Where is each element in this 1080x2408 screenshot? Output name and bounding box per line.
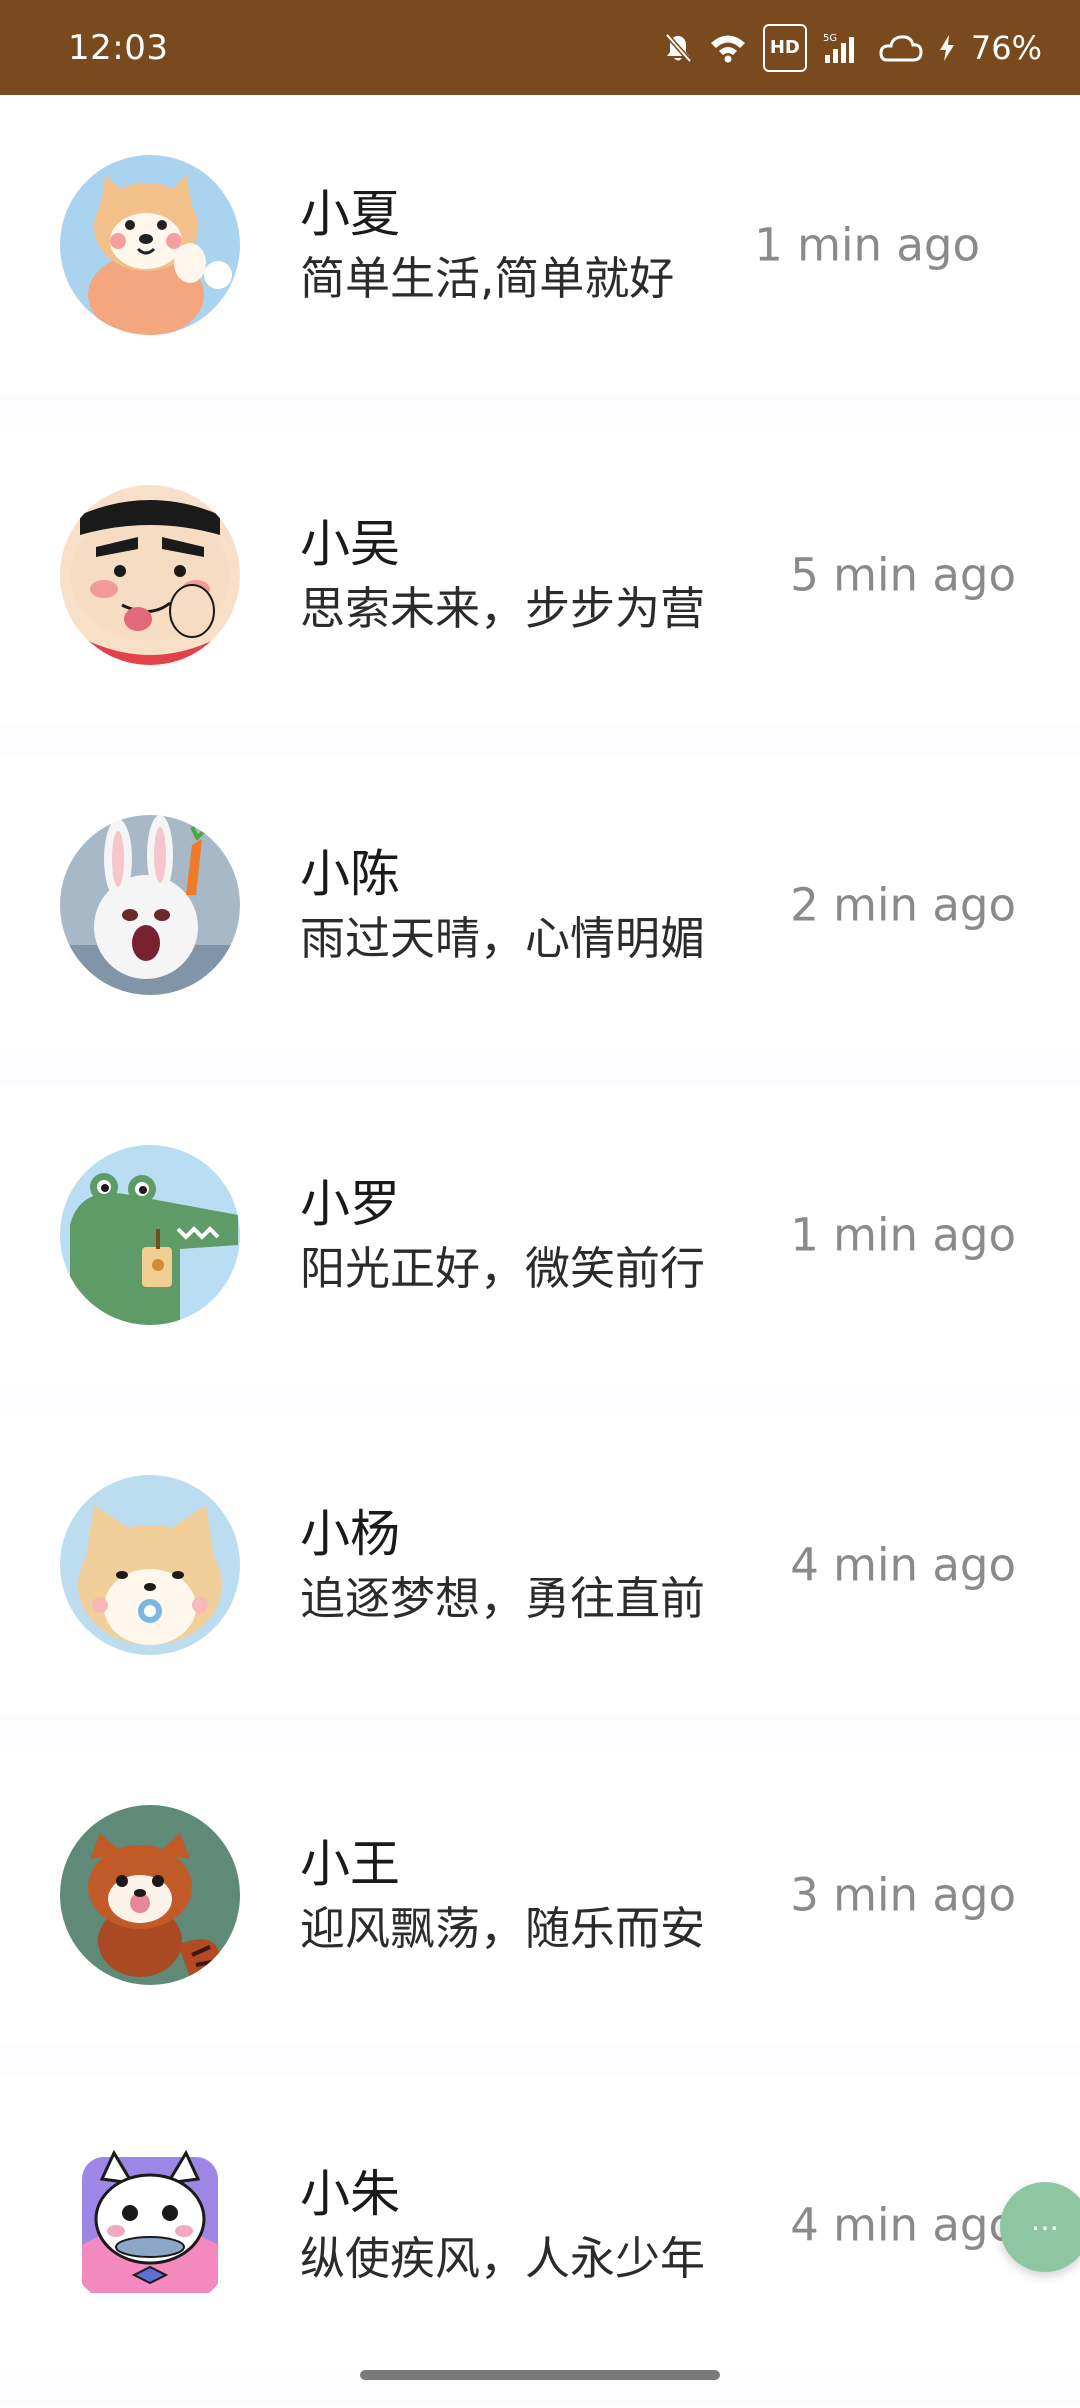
signal-icon: 5G xyxy=(823,28,859,68)
chat-name: 小罗 xyxy=(300,1175,400,1233)
row-divider xyxy=(0,1055,1080,1085)
chat-name: 小陈 xyxy=(300,845,400,903)
cat-avatar-icon[interactable] xyxy=(60,2135,240,2315)
chat-name: 小王 xyxy=(300,1835,400,1893)
row-divider xyxy=(0,395,1080,425)
chat-text: 小杨 追逐梦想，勇往直前 xyxy=(300,1504,705,1626)
chat-row[interactable]: 小吴 思索未来，步步为营 5 min ago xyxy=(0,425,1080,725)
chat-row[interactable]: 小罗 阳光正好，微笑前行 1 min ago xyxy=(0,1085,1080,1385)
puppy-avatar-icon[interactable] xyxy=(60,1475,240,1655)
bell-muted-icon xyxy=(663,28,693,68)
chat-text: 小夏 简单生活,简单就好 xyxy=(300,184,674,306)
network-label: 5G xyxy=(823,33,837,44)
chat-row[interactable]: 小夏 简单生活,简单就好 1 min ago xyxy=(0,95,1080,395)
home-indicator[interactable] xyxy=(360,2370,720,2380)
row-divider xyxy=(0,2045,1080,2075)
hd-badge: HD xyxy=(762,23,807,72)
chat-time: 4 min ago xyxy=(790,2198,1016,2252)
chat-time: 2 min ago xyxy=(790,878,1016,932)
row-divider xyxy=(0,1385,1080,1415)
chat-message: 思索未来，步步为营 xyxy=(300,582,706,635)
shiba-avatar-icon[interactable] xyxy=(60,155,240,335)
chat-message: 追逐梦想，勇往直前 xyxy=(300,1572,706,1625)
chat-time: 5 min ago xyxy=(790,548,1016,602)
chat-name: 小吴 xyxy=(300,515,400,573)
floating-chat-button[interactable]: ⋯ xyxy=(1000,2182,1080,2272)
chat-message: 阳光正好，微笑前行 xyxy=(300,1242,706,1295)
charging-bolt-icon xyxy=(939,28,955,68)
chat-message: 纵使疾风，人永少年 xyxy=(300,2232,706,2285)
chat-list-screen: 12:03 HD 5G 76% 小夏 简单生活,简单就好 1 min ago 小… xyxy=(0,0,1080,2408)
chat-name: 小夏 xyxy=(300,185,400,243)
chat-row[interactable]: 小杨 追逐梦想，勇往直前 4 min ago xyxy=(0,1415,1080,1715)
cloud-icon xyxy=(875,28,923,68)
rabbit-avatar-icon[interactable] xyxy=(60,815,240,995)
crocodile-avatar-icon[interactable] xyxy=(60,1145,240,1325)
status-time: 12:03 xyxy=(68,27,169,68)
chat-message: 雨过天晴，心情明媚 xyxy=(300,912,706,965)
chat-row[interactable]: 小王 迎风飘荡，随乐而安 3 min ago xyxy=(0,1745,1080,2045)
chat-text: 小吴 思索未来，步步为营 xyxy=(300,514,705,636)
row-divider xyxy=(0,1715,1080,1745)
chat-row[interactable]: 小陈 雨过天晴，心情明媚 2 min ago xyxy=(0,755,1080,1055)
chat-name: 小朱 xyxy=(300,2165,400,2223)
chat-time: 1 min ago xyxy=(790,1208,1016,1262)
crayon-boy-avatar-icon[interactable] xyxy=(60,485,240,665)
chat-text: 小罗 阳光正好，微笑前行 xyxy=(300,1174,705,1296)
chat-list: 小夏 简单生活,简单就好 1 min ago 小吴 思索未来，步步为营 5 mi… xyxy=(0,95,1080,2405)
chat-text: 小朱 纵使疾风，人永少年 xyxy=(300,2164,705,2286)
red-panda-avatar-icon[interactable] xyxy=(60,1805,240,1985)
chat-message: 简单生活,简单就好 xyxy=(300,252,675,305)
chat-time: 4 min ago xyxy=(790,1538,1016,1592)
chat-name: 小杨 xyxy=(300,1505,400,1563)
chat-message: 迎风飘荡，随乐而安 xyxy=(300,1902,706,1955)
chat-time: 3 min ago xyxy=(790,1868,1016,1922)
chat-text: 小王 迎风飘荡，随乐而安 xyxy=(300,1834,705,1956)
row-divider xyxy=(0,725,1080,755)
wifi-icon xyxy=(709,28,747,68)
status-bar: 12:03 HD 5G 76% xyxy=(0,0,1080,95)
more-dots-icon: ⋯ xyxy=(1031,2210,1059,2244)
chat-time: 1 min ago xyxy=(754,218,980,272)
battery-percent: 76% xyxy=(970,28,1042,67)
chat-text: 小陈 雨过天晴，心情明媚 xyxy=(300,844,705,966)
chat-row[interactable]: 小朱 纵使疾风，人永少年 4 min ago xyxy=(0,2075,1080,2375)
status-icons: HD 5G 76% xyxy=(663,23,1042,72)
